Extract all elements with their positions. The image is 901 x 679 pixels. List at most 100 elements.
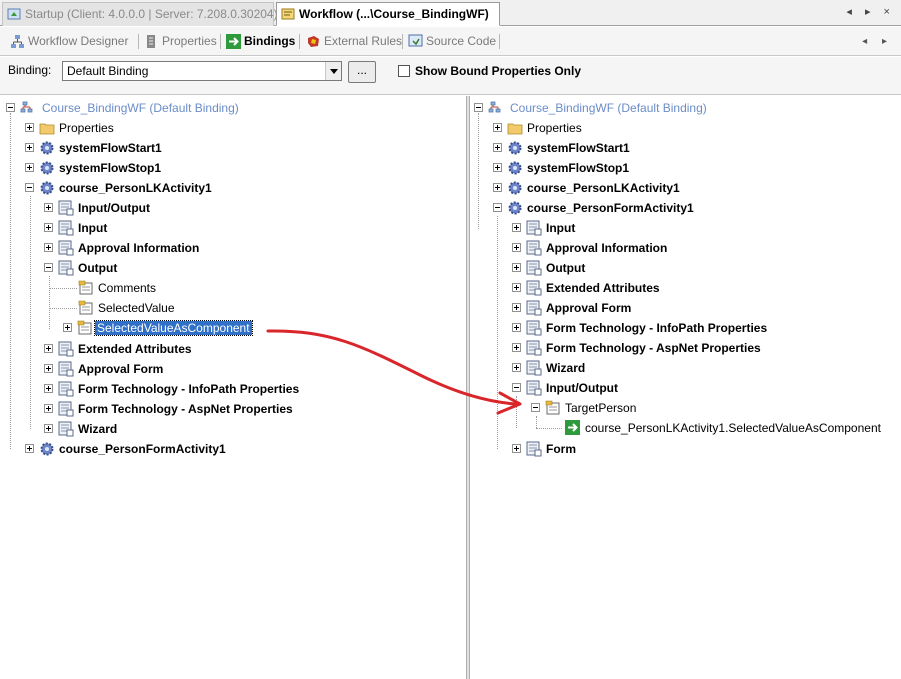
tab-workflow-designer-label: Workflow Designer <box>28 34 129 48</box>
tree-node-label: systemFlowStart1 <box>59 141 162 155</box>
tree-node-label: course_PersonLKActivity1.SelectedValueAs… <box>585 421 881 435</box>
binding-arrow-icon <box>565 420 581 436</box>
workflow-designer-icon <box>10 34 25 49</box>
property-group-icon <box>526 320 542 336</box>
tab-properties-label: Properties <box>162 34 217 48</box>
binding-select-value: Default Binding <box>67 64 149 78</box>
property-group-icon <box>58 361 74 377</box>
expand-toggle[interactable] <box>25 143 34 152</box>
tree-node-label: TargetPerson <box>565 401 637 415</box>
chevron-down-icon[interactable] <box>325 62 341 80</box>
folder-icon <box>507 120 523 136</box>
property-group-icon <box>58 200 74 216</box>
property-group-icon <box>526 441 542 457</box>
expand-toggle[interactable] <box>493 123 502 132</box>
gear-icon <box>39 160 55 176</box>
expand-toggle[interactable] <box>512 303 521 312</box>
tree-node-label: course_PersonLKActivity1 <box>527 181 680 195</box>
collapse-toggle[interactable] <box>25 183 34 192</box>
tab-properties[interactable]: Properties <box>144 31 217 52</box>
tab-divider <box>138 34 139 49</box>
property-group-icon <box>58 341 74 357</box>
selected-node-label: SelectedValueAsComponent <box>94 320 253 336</box>
tree-node-label: Wizard <box>78 422 118 436</box>
document-tab-strip: Startup (Client: 4.0.0.0 | Server: 7.208… <box>0 0 901 26</box>
tree-root-label: Course_BindingWF (Default Binding) <box>510 101 707 115</box>
expand-toggle[interactable] <box>493 163 502 172</box>
tree-connector <box>478 113 479 229</box>
tree-node-label: course_PersonFormActivity1 <box>59 442 226 456</box>
expand-toggle[interactable] <box>512 343 521 352</box>
gear-icon <box>507 160 523 176</box>
expand-toggle[interactable] <box>44 203 53 212</box>
expand-toggle[interactable] <box>512 323 521 332</box>
collapse-toggle[interactable] <box>474 103 483 112</box>
bindings-icon <box>226 34 241 49</box>
workflow-root-icon <box>487 100 503 116</box>
target-tree-pane[interactable]: Course_BindingWF (Default Binding) Prope… <box>470 96 901 679</box>
startup-page-icon <box>7 7 21 21</box>
expand-toggle[interactable] <box>512 444 521 453</box>
property-group-icon <box>58 401 74 417</box>
tree-connector <box>49 276 50 329</box>
tab-bindings[interactable]: Bindings <box>226 31 295 52</box>
expand-toggle[interactable] <box>512 283 521 292</box>
view-tab-nav[interactable]: ◂ ▸ <box>862 36 893 47</box>
property-group-icon <box>58 421 74 437</box>
tree-node-label: Approval Form <box>78 362 164 376</box>
source-tree-pane[interactable]: Course_BindingWF (Default Binding) Prope… <box>0 96 466 679</box>
expand-toggle[interactable] <box>512 263 521 272</box>
tab-strip-controls[interactable]: ◂ ▸ × <box>846 5 895 18</box>
expand-toggle[interactable] <box>493 143 502 152</box>
expand-toggle[interactable] <box>44 424 53 433</box>
collapse-toggle[interactable] <box>493 203 502 212</box>
tab-workflow[interactable]: Workflow (...\Course_BindingWF) <box>276 2 500 26</box>
expand-toggle[interactable] <box>493 183 502 192</box>
tree-connector <box>30 196 31 429</box>
tab-startup[interactable]: Startup (Client: 4.0.0.0 | Server: 7.208… <box>2 2 278 26</box>
tab-divider <box>220 34 221 49</box>
tree-node-label: systemFlowStop1 <box>527 161 630 175</box>
tree-node-label: Properties <box>59 121 114 135</box>
property-group-icon <box>526 380 542 396</box>
tab-external-rules[interactable]: External Rules <box>306 31 402 52</box>
expand-toggle[interactable] <box>44 243 53 252</box>
collapse-toggle[interactable] <box>6 103 15 112</box>
collapse-toggle[interactable] <box>531 403 540 412</box>
collapse-toggle[interactable] <box>44 263 53 272</box>
expand-toggle[interactable] <box>44 364 53 373</box>
property-group-icon <box>526 280 542 296</box>
tab-source-code[interactable]: Source Code <box>408 31 496 52</box>
expand-toggle[interactable] <box>25 444 34 453</box>
tree-node-label: Approval Information <box>546 241 668 255</box>
checkbox-box[interactable] <box>398 65 410 77</box>
tree-node-label: Input <box>78 221 108 235</box>
tab-divider <box>499 34 500 49</box>
collapse-toggle[interactable] <box>512 383 521 392</box>
property-icon <box>78 300 94 316</box>
expand-toggle[interactable] <box>512 223 521 232</box>
expand-toggle[interactable] <box>512 243 521 252</box>
property-icon <box>545 400 561 416</box>
tab-workflow-designer[interactable]: Workflow Designer <box>10 31 128 52</box>
expand-toggle[interactable] <box>25 163 34 172</box>
tab-source-code-label: Source Code <box>426 34 497 48</box>
expand-toggle[interactable] <box>25 123 34 132</box>
expand-toggle[interactable] <box>44 223 53 232</box>
tree-connector <box>49 308 77 309</box>
tree-node-label: Output <box>546 261 586 275</box>
tree-node-label: course_PersonFormActivity1 <box>527 201 694 215</box>
tree-node-label: systemFlowStop1 <box>59 161 162 175</box>
expand-toggle[interactable] <box>63 323 72 332</box>
expand-toggle[interactable] <box>44 344 53 353</box>
expand-toggle[interactable] <box>44 404 53 413</box>
binding-select[interactable]: Default Binding <box>62 61 342 81</box>
tree-node-label: Input/Output <box>546 381 618 395</box>
tree-connector <box>516 396 517 428</box>
expand-toggle[interactable] <box>44 384 53 393</box>
expand-toggle[interactable] <box>512 363 521 372</box>
property-group-icon <box>526 360 542 376</box>
tree-node-label: Properties <box>527 121 582 135</box>
binding-browse-button[interactable]: ... <box>348 61 376 83</box>
source-code-icon <box>408 34 423 49</box>
